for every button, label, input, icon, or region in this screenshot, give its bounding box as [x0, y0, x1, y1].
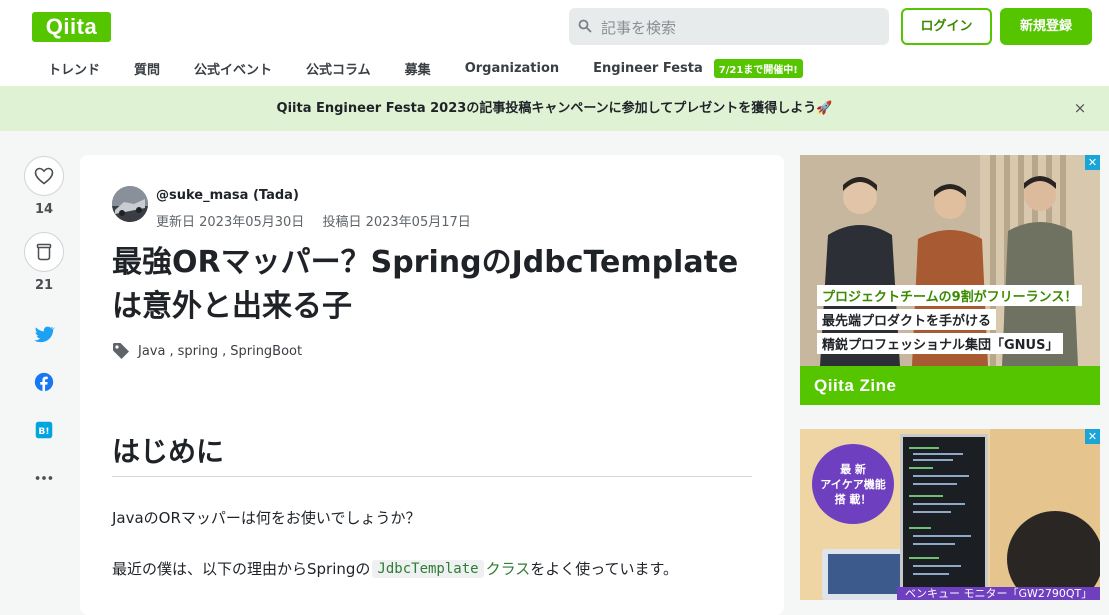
ad-caption: プロジェクトチームの9割がフリーランス！ 最先端プロダクトを手がける 精鋭プロフ… — [817, 285, 1083, 357]
ad-close-icon[interactable]: ✕ — [1085, 429, 1100, 444]
ad-caption-line: プロジェクトチームの9割がフリーランス！ — [817, 285, 1083, 306]
class-link[interactable]: クラス — [486, 558, 531, 579]
ad-brand-footer: Qiita Zine — [800, 366, 1100, 405]
nav-official-events[interactable]: 公式イベント — [177, 59, 289, 78]
heart-icon — [34, 167, 54, 185]
stock-icon — [36, 243, 52, 261]
nav-organization[interactable]: Organization — [448, 61, 576, 76]
facebook-icon[interactable] — [33, 371, 55, 393]
section-heading: はじめに — [112, 435, 225, 468]
paragraph-text: 最近の僕は、以下の理由からSpringの — [112, 560, 371, 578]
ad-close-icon[interactable]: ✕ — [1085, 155, 1100, 170]
tag-springboot[interactable]: SpringBoot — [230, 344, 302, 359]
search-input[interactable] — [599, 8, 883, 47]
ad-bubble-text: 搭 載！ — [834, 492, 872, 506]
ad-bubble-text: 最 新 — [840, 462, 866, 476]
posted-date: 投稿日 2023年05月17日 — [322, 215, 471, 230]
ad-feature-bubble: 最 新 アイケア機能 搭 載！ — [812, 444, 894, 524]
login-button[interactable]: ログイン — [901, 8, 992, 45]
qiita-logo[interactable]: Qiita — [32, 12, 111, 42]
inline-code: JdbcTemplate — [372, 559, 484, 578]
paragraph: 最近の僕は、以下の理由からSpringの JdbcTemplate クラス をよ… — [112, 558, 678, 579]
banner-text[interactable]: Qiita Engineer Festa 2023の記事投稿キャンペーンに参加し… — [0, 86, 1109, 131]
ad-caption-line: 最先端プロダクトを手がける — [817, 309, 997, 330]
nav-engineer-festa[interactable]: Engineer Festa — [576, 61, 720, 76]
hatena-bookmark-icon[interactable]: B! — [33, 419, 55, 441]
ad-product-strip: ベンキュー モニター「GW2790QT」 — [897, 587, 1100, 600]
author-name[interactable]: @suke_masa (Tada) — [156, 188, 299, 203]
search-box[interactable] — [569, 8, 889, 47]
close-icon[interactable]: × — [1072, 100, 1088, 116]
article-dates: 更新日 2023年05月30日 投稿日 2023年05月17日 — [156, 211, 485, 230]
stock-button[interactable] — [24, 232, 64, 272]
nav-official-columns[interactable]: 公式コラム — [289, 59, 388, 78]
paragraph: JavaのORマッパーは何をお使いでしょうか？ — [112, 509, 421, 527]
tag-icon — [113, 343, 129, 359]
article-actions: 14 21 — [24, 156, 64, 293]
monitor-illustration — [900, 434, 988, 600]
ad-qiita-zine[interactable]: ✕ プロジェクトチームの9割がフリーランス！ 最先端プロダクトを手がける 精鋭プ… — [800, 155, 1100, 405]
tag-java[interactable]: Java — [138, 344, 165, 359]
heading-divider — [112, 476, 752, 477]
stock-count: 21 — [34, 278, 54, 293]
twitter-icon[interactable] — [33, 323, 55, 345]
more-options-icon[interactable] — [33, 467, 55, 489]
nav-trend[interactable]: トレンド — [32, 59, 117, 78]
tag-spring[interactable]: spring — [178, 344, 218, 359]
like-count: 14 — [34, 202, 54, 217]
author-avatar[interactable] — [112, 186, 148, 222]
signup-button[interactable]: 新規登録 — [1000, 8, 1092, 45]
search-icon — [578, 19, 592, 33]
paragraph-text: をよく使っています。 — [530, 560, 679, 578]
like-button[interactable] — [24, 156, 64, 196]
nav-recruitment[interactable]: 募集 — [388, 59, 448, 78]
tag-list: Java, spring, SpringBoot — [112, 342, 306, 360]
article-title: 最強ORマッパー？SpringのJdbcTemplateは意外と出来る子 — [112, 245, 739, 324]
ad-bubble-text: アイケア機能 — [820, 477, 886, 491]
ad-caption-line: 精鋭プロフェッショナル集団「GNUS」 — [817, 333, 1064, 354]
nav-questions[interactable]: 質問 — [117, 59, 177, 78]
updated-date: 更新日 2023年05月30日 — [156, 215, 305, 230]
article-card: @suke_masa (Tada) 更新日 2023年05月30日 投稿日 20… — [80, 155, 784, 615]
campaign-banner: Qiita Engineer Festa 2023の記事投稿キャンペーンに参加し… — [0, 86, 1109, 131]
ad-monitor[interactable]: 最 新 アイケア機能 搭 載！ ✕ ベンキュー モニター「GW2790QT」 — [800, 429, 1100, 600]
svg-text:B!: B! — [38, 426, 49, 437]
site-header: Qiita ログイン 新規登録 トレンド 質問 公式イベント 公式コラム 募集 … — [0, 0, 1109, 86]
festa-badge: 7/21まで開催中! — [713, 58, 803, 78]
global-nav: トレンド 質問 公式イベント 公式コラム 募集 Organization Eng… — [32, 56, 803, 80]
